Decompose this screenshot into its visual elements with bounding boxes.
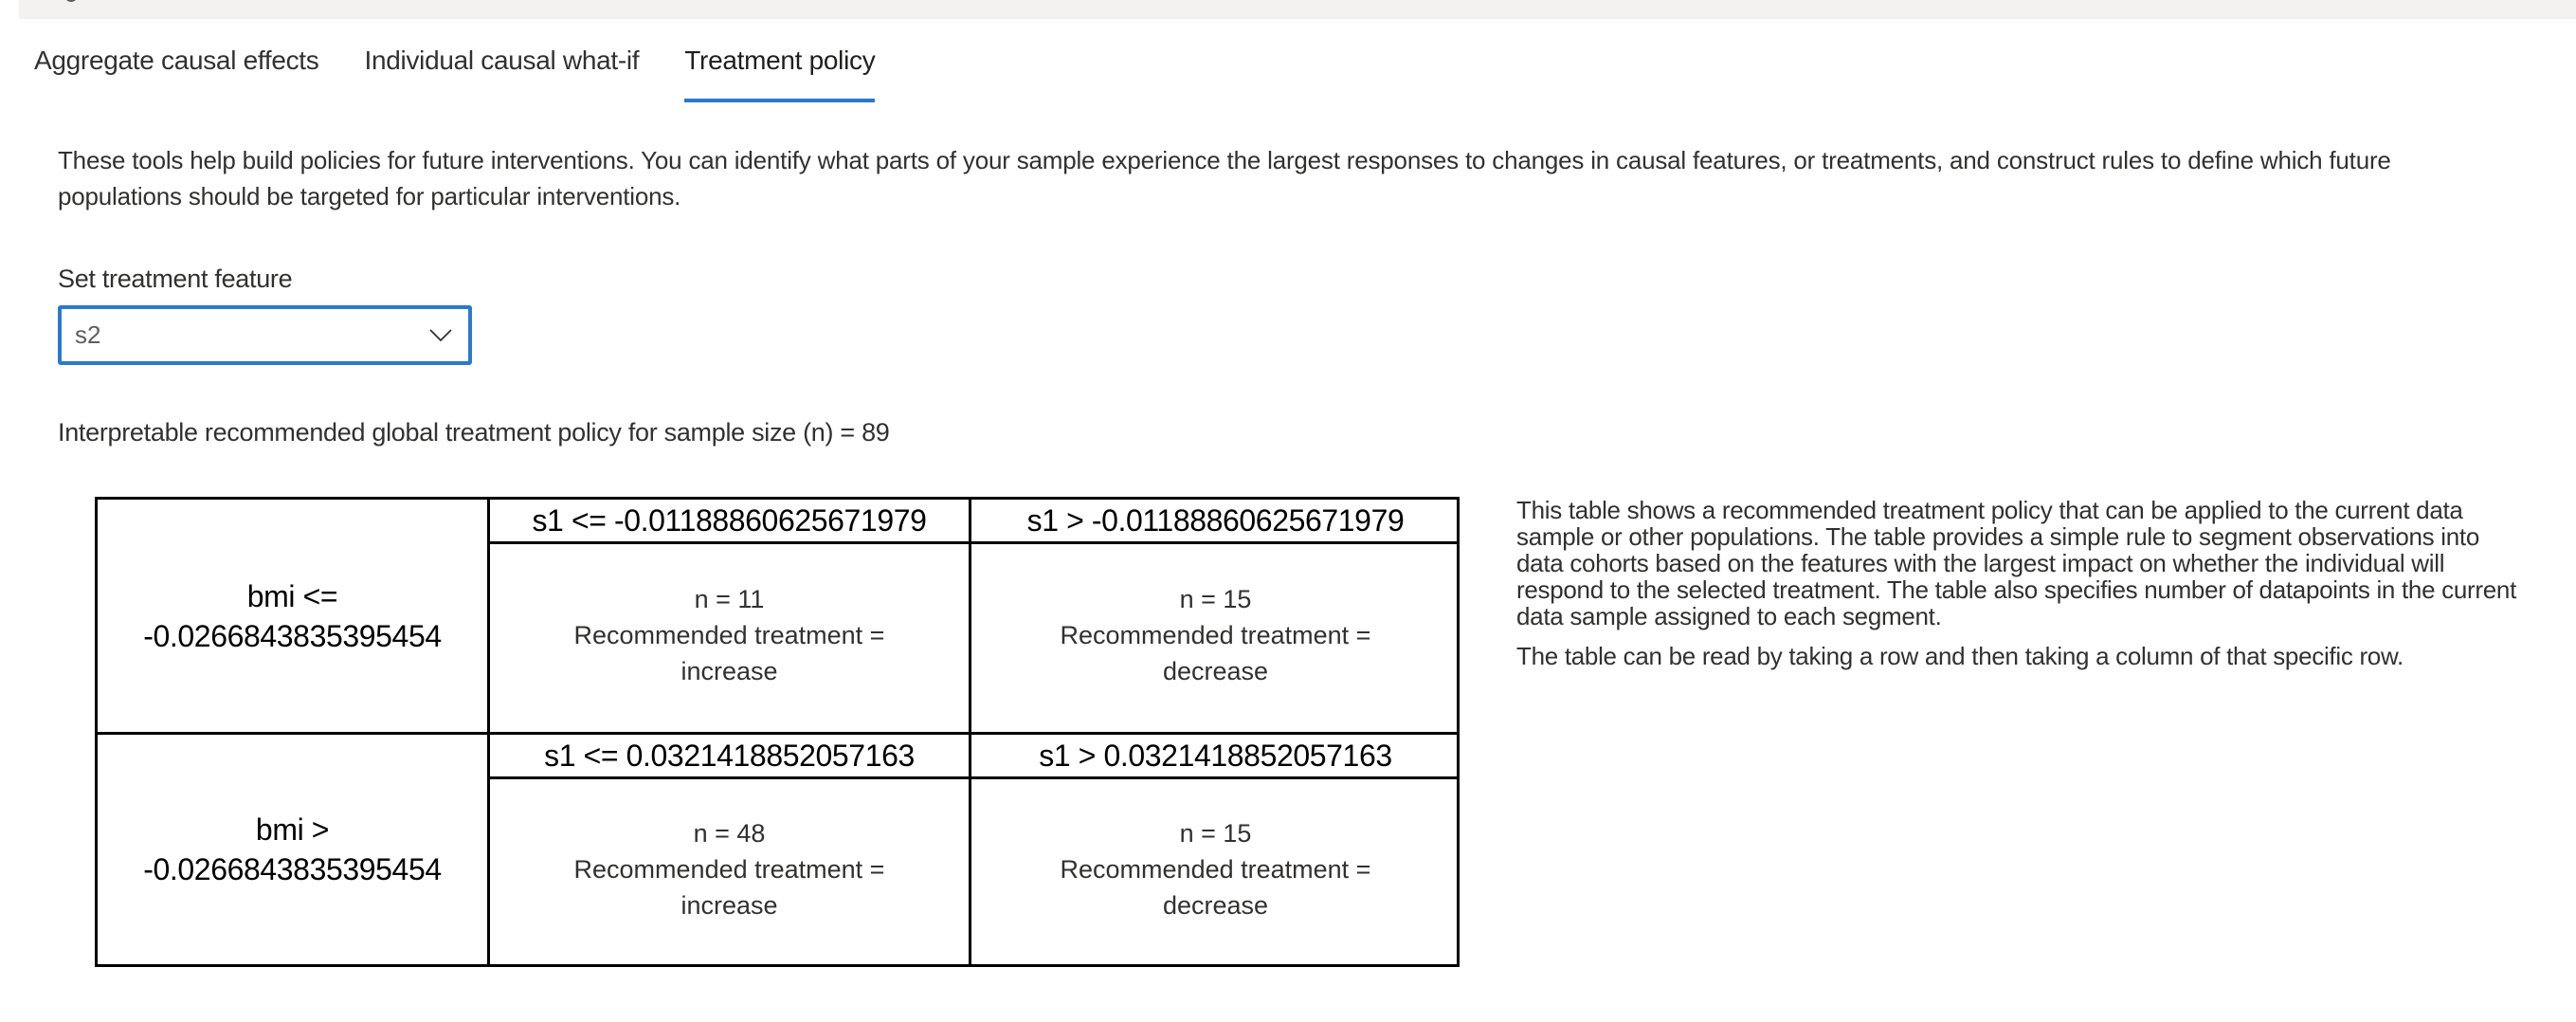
treatment-feature-selected-value: s2 <box>75 320 101 349</box>
tab-individual-causal-what-if[interactable]: Individual causal what-if <box>365 42 640 102</box>
chevron-down-icon <box>429 329 452 342</box>
cell-treatment-label: Recommended treatment = <box>1060 854 1371 884</box>
cell-treatment-label: Recommended treatment = <box>573 854 885 884</box>
cell-body: n = 48 Recommended treatment = increase <box>490 779 969 964</box>
column-condition-header: s1 > -0.01188860625671979 <box>971 500 1460 544</box>
row-condition-label: bmi > -0.0266843835395454 <box>98 735 490 964</box>
policy-explanation: This table shows a recommended treatment… <box>1516 497 2521 683</box>
policy-title: Interpretable recommended global treatme… <box>58 418 890 447</box>
treatment-feature-dropdown[interactable]: s2 <box>58 305 472 365</box>
cell-treatment-label: Recommended treatment = <box>1060 621 1371 649</box>
column-condition-header: s1 <= 0.0321418852057163 <box>490 735 969 779</box>
policy-cell: s1 > 0.0321418852057163 n = 15 Recommend… <box>971 735 1460 964</box>
explanation-paragraph: This table shows a recommended treatment… <box>1516 496 2516 630</box>
cell-count: n = 48 <box>693 818 766 848</box>
row-condition-label: bmi <= -0.0266843835395454 <box>98 500 490 732</box>
policy-row: bmi <= -0.0266843835395454 s1 <= -0.0118… <box>98 500 1460 735</box>
column-condition-header: s1 <= -0.01188860625671979 <box>490 500 969 544</box>
tab-treatment-policy[interactable]: Treatment policy <box>684 42 876 102</box>
cell-treatment-value: decrease <box>1162 890 1269 920</box>
cell-count: n = 15 <box>1179 585 1252 613</box>
cell-count: n = 15 <box>1179 818 1252 848</box>
cell-body: n = 11 Recommended treatment = increase <box>490 544 969 732</box>
policy-cell: s1 <= -0.01188860625671979 n = 11 Recomm… <box>490 500 971 732</box>
cell-body: n = 15 Recommended treatment = decrease <box>971 779 1460 964</box>
tab-aggregate-causal-effects[interactable]: Aggregate causal effects <box>34 42 319 102</box>
cell-count: n = 11 <box>694 585 765 613</box>
treatment-feature-label: Set treatment feature <box>58 265 293 293</box>
top-header-strip <box>19 0 2576 19</box>
policy-cell: s1 <= 0.0321418852057163 n = 48 Recommen… <box>490 735 971 964</box>
treatment-policy-table: bmi <= -0.0266843835395454 s1 <= -0.0118… <box>95 497 1460 967</box>
policy-cell: s1 > -0.01188860625671979 n = 15 Recomme… <box>971 500 1460 732</box>
cell-treatment-value: decrease <box>1162 657 1269 685</box>
page-description: These tools help build policies for futu… <box>58 146 2391 210</box>
cell-treatment-value: increase <box>680 657 778 685</box>
policy-row: bmi > -0.0266843835395454 s1 <= 0.032141… <box>98 735 1460 964</box>
explanation-paragraph: The table can be read by taking a row an… <box>1516 642 2404 670</box>
cell-treatment-value: increase <box>680 890 778 920</box>
cell-body: n = 15 Recommended treatment = decrease <box>971 544 1460 732</box>
column-condition-header: s1 > 0.0321418852057163 <box>971 735 1460 779</box>
tab-bar: Aggregate causal effects Individual caus… <box>34 42 920 102</box>
partial-icon <box>64 0 78 2</box>
cell-treatment-label: Recommended treatment = <box>573 621 885 649</box>
